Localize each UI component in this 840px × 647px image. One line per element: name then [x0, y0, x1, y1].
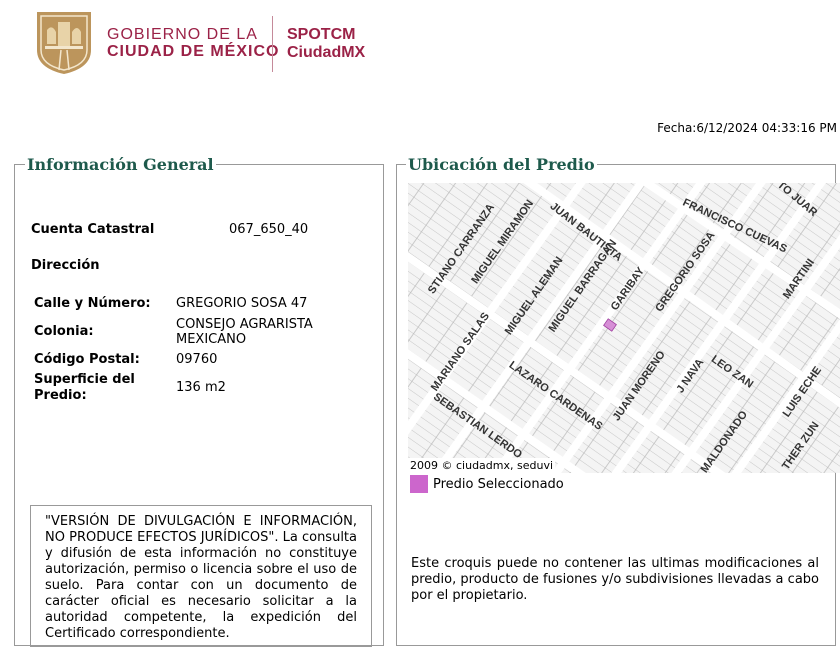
gov-name-line1: GOBIERNO DE LA [107, 26, 258, 43]
date-stamp: Fecha:6/12/2024 04:33:16 PM [657, 121, 837, 135]
cdmx-shield-logo [37, 12, 91, 74]
info-general-title: Información General [25, 155, 216, 174]
location-map[interactable]: STIANO CARRANZA MIGUEL MIRAMON JUAN BAUT… [408, 183, 840, 473]
app-name-line1: SPOTCM [287, 26, 356, 43]
legend-label: Predio Seleccionado [433, 477, 564, 492]
cp-label: Código Postal: [34, 352, 140, 367]
colonia-value-1: CONSEJO AGRARISTA [176, 317, 313, 332]
legend-swatch [410, 475, 428, 493]
app-name-line2: CiudadMX [287, 44, 366, 61]
superficie-label-1: Superficie del [34, 372, 135, 387]
cuenta-value: 067_650_40 [229, 222, 309, 237]
ubicacion-title: Ubicación del Predio [406, 155, 597, 174]
disclaimer-text: "VERSIÓN DE DIVULGACIÓN E INFORMACIÓN, N… [45, 514, 357, 641]
calle-label: Calle y Número: [34, 296, 151, 311]
map-note: Este croquis puede no contener las ultim… [411, 556, 819, 603]
direccion-label: Dirección [31, 258, 100, 273]
logo-divider [272, 16, 273, 72]
calle-value: GREGORIO SOSA 47 [176, 296, 308, 311]
map-copyright: 2009 © ciudadmx, seduvi [408, 458, 556, 473]
colonia-label: Colonia: [34, 324, 94, 339]
cuenta-label: Cuenta Catastral [31, 222, 155, 237]
colonia-value-2: MEXICANO [176, 332, 247, 347]
disclaimer-box: "VERSIÓN DE DIVULGACIÓN E INFORMACIÓN, N… [30, 505, 372, 647]
superficie-label-2: Predio: [34, 388, 87, 403]
cp-value: 09760 [176, 352, 218, 367]
gov-name-line2: CIUDAD DE MÉXICO [107, 43, 280, 60]
superficie-value: 136 m2 [176, 380, 226, 395]
